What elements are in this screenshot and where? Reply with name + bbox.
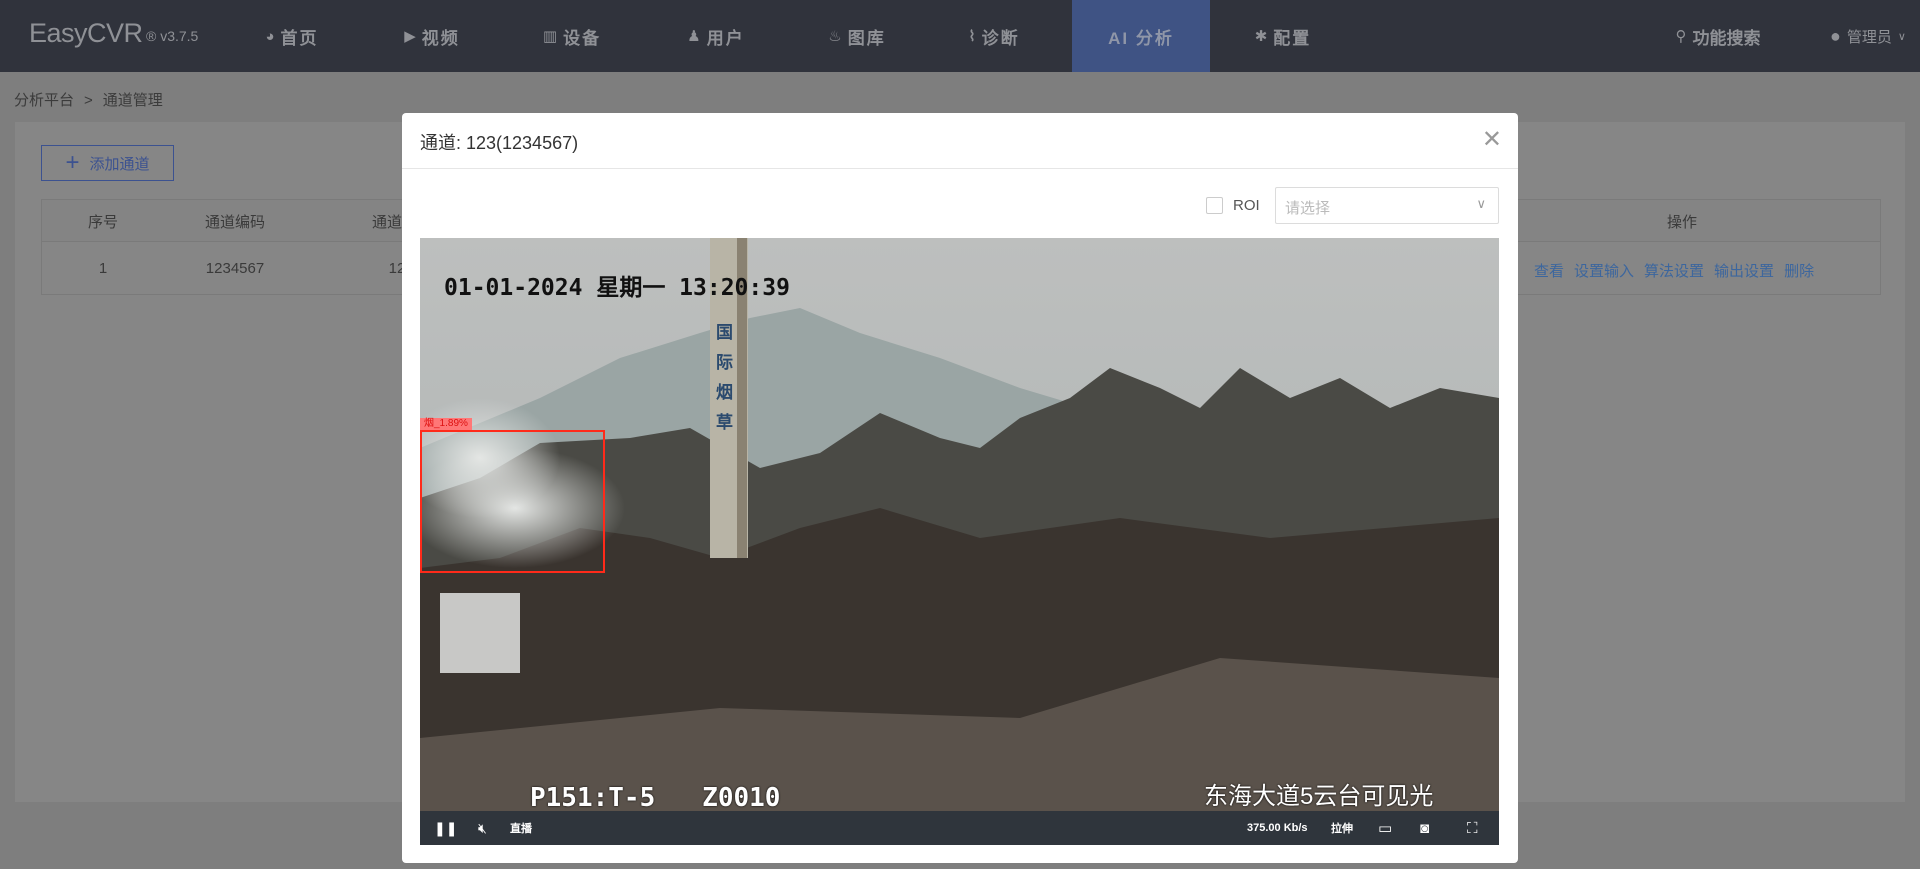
dashboard-icon: ◕ [265, 27, 275, 45]
alarm-icon: ♨ [828, 28, 842, 45]
detection-label: 烟_1.89% [420, 418, 472, 430]
ptz-overlay: P151:T-5 Z0010 [530, 783, 781, 813]
nav-users[interactable]: ♟ 用户 [674, 0, 758, 72]
nav-label: 设备 [563, 28, 602, 48]
pause-icon[interactable]: ❚❚ [434, 811, 457, 845]
nav-label: 配置 [1273, 28, 1312, 48]
search-label: 功能搜索 [1692, 28, 1761, 48]
nav-devices[interactable]: ▥ 设备 [530, 0, 614, 72]
output-settings-link[interactable]: 输出设置 [1714, 260, 1774, 281]
plus-icon: + [65, 149, 80, 176]
barcode-icon: ▥ [542, 28, 558, 45]
play-circle-icon: ▶ [404, 28, 416, 45]
algorithm-settings-link[interactable]: 算法设置 [1644, 260, 1704, 281]
detection-box [420, 430, 605, 573]
roi-select[interactable]: 请选择 ∨ [1275, 187, 1499, 224]
feature-search[interactable]: ⚲ 功能搜索 [1668, 0, 1768, 72]
nav-label: 视频 [421, 28, 460, 48]
nav-gallery[interactable]: ♨ 图库 [815, 0, 899, 72]
bitrate-label: 375.00 Kb/s [1247, 822, 1308, 834]
column-header: 序号 [87, 214, 119, 231]
add-channel-button[interactable]: + 添加通道 [41, 145, 174, 181]
roi-label: ROI [1233, 197, 1260, 214]
top-navbar: EasyCVR ® v3.7.5 ◕ 首页 ▶ 视频 ▥ 设备 ♟ 用户 ♨ 图库 ⌇ 诊断… [0, 0, 1920, 72]
channel-preview-dialog: 通道: 123(1234567) ✕ ROI 请选择 ∨ 国际烟草 01-01-2… [402, 113, 1518, 863]
breadcrumb-separator: > [84, 92, 93, 109]
camera-icon[interactable]: ◙ [1420, 811, 1429, 845]
delete-link[interactable]: 删除 [1784, 260, 1814, 281]
user-menu[interactable]: ● 管理员 ∨ [1818, 0, 1918, 72]
fullscreen-icon[interactable]: ⛶ [1467, 811, 1478, 845]
user-avatar-icon: ● [1830, 25, 1841, 46]
close-icon[interactable]: ✕ [1482, 125, 1502, 154]
input-settings-link[interactable]: 设置输入 [1574, 260, 1634, 281]
chevron-down-icon: ∨ [1476, 196, 1486, 211]
logo: EasyCVR [29, 18, 143, 48]
timestamp-overlay: 01-01-2024 星期一 13:20:39 [444, 275, 790, 301]
channel-code: 1234567 [205, 260, 265, 277]
chevron-down-icon: ∨ [1897, 30, 1906, 43]
view-link[interactable]: 查看 [1534, 260, 1564, 281]
user-icon: ♟ [687, 28, 701, 45]
nav-diagnosis[interactable]: ⌇ 诊断 [952, 0, 1036, 72]
row-actions: 查看 设置输入 算法设置 输出设置 删除 [1534, 260, 1814, 281]
nav-label: 图库 [847, 28, 886, 48]
camera-name-overlay: 东海大道5云台可见光 [1204, 783, 1434, 810]
dialog-header: 通道: 123(1234567) ✕ [402, 113, 1518, 169]
nav-home[interactable]: ◕ 首页 [250, 0, 334, 72]
mute-icon[interactable]: 🔇︎ [478, 811, 487, 845]
column-header: 操作 [1666, 214, 1698, 231]
chimney-text: 国际烟草 [716, 323, 733, 432]
column-header: 通道 [371, 214, 403, 231]
gear-icon: ✱ [1254, 28, 1268, 45]
nav-label: 用户 [706, 28, 745, 48]
pulse-icon: ⌇ [968, 28, 976, 45]
record-icon[interactable]: ▭ [1378, 811, 1392, 845]
nav-label: AI 分析 [1108, 28, 1174, 48]
select-placeholder: 请选择 [1285, 200, 1331, 217]
user-name: 管理员 [1846, 28, 1892, 46]
button-label: 添加通道 [89, 155, 150, 173]
nav-video[interactable]: ▶ 视频 [390, 0, 474, 72]
stretch-button[interactable]: 拉伸 [1331, 811, 1353, 845]
column-header: 通道编码 [204, 214, 266, 231]
video-player[interactable]: 国际烟草 01-01-2024 星期一 13:20:39 P151:T-5 Z0… [420, 238, 1499, 845]
player-controls: ❚❚ 🔇︎ 直播 375.00 Kb/s 拉伸 ▭ ◙ ⛶ [420, 811, 1499, 845]
breadcrumb: 分析平台 > 通道管理 [14, 89, 173, 110]
live-label: 直播 [510, 823, 532, 835]
breadcrumb-item: 通道管理 [102, 92, 163, 109]
search-icon: ⚲ [1675, 28, 1687, 45]
roi-toggle[interactable]: ROI [1206, 197, 1260, 214]
row-index: 1 [98, 260, 108, 277]
roi-checkbox[interactable] [1206, 197, 1223, 214]
nav-label: 首页 [280, 28, 319, 48]
breadcrumb-item[interactable]: 分析平台 [14, 92, 74, 109]
nav-config[interactable]: ✱ 配置 [1241, 0, 1325, 72]
nav-ai-analysis[interactable]: AI 分析 [1072, 0, 1210, 72]
nav-label: 诊断 [981, 28, 1020, 48]
dialog-title: 通道: 123(1234567) [420, 133, 579, 153]
version-label: ® v3.7.5 [146, 28, 199, 44]
